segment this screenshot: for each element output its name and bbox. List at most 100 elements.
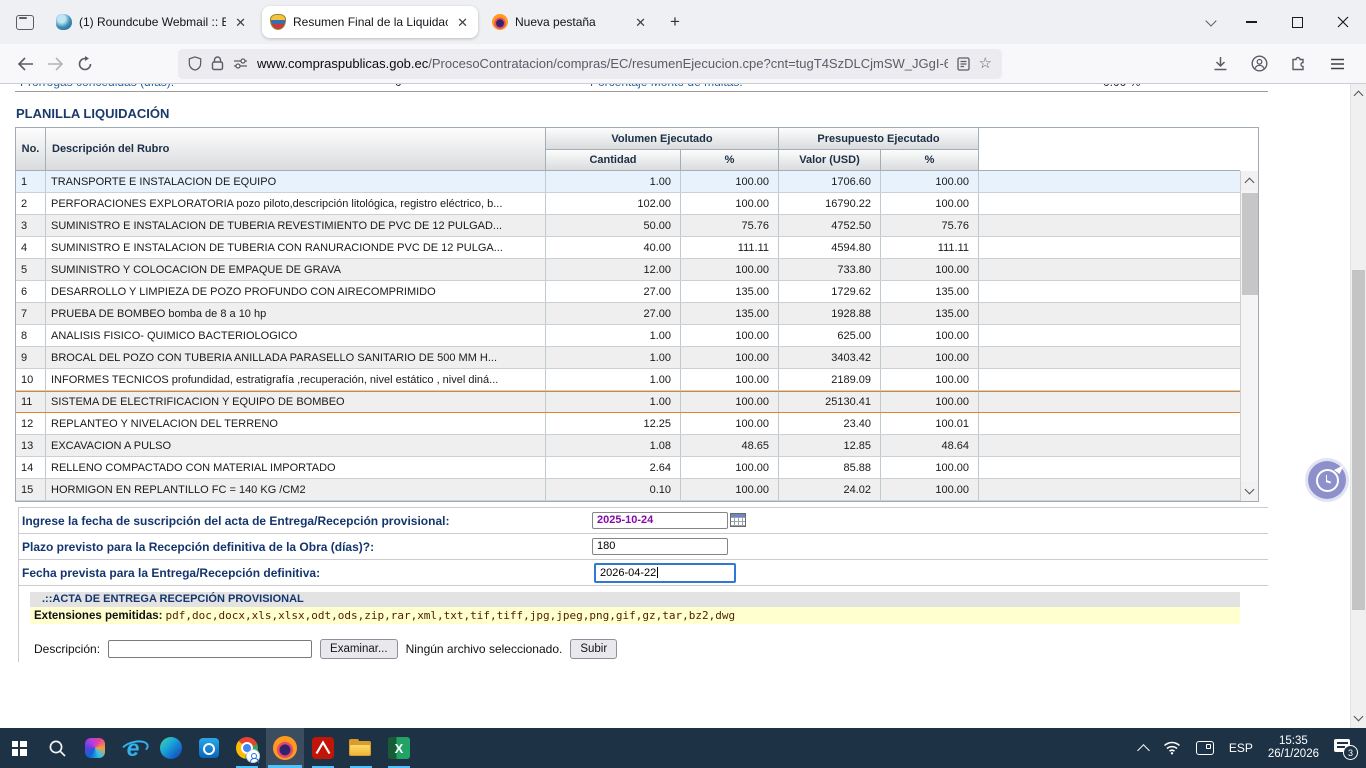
row-cantidad-cell: 50.00: [546, 215, 681, 236]
maximize-button[interactable]: [1274, 0, 1320, 44]
list-all-tabs-button[interactable]: [1194, 20, 1228, 25]
notifications-button[interactable]: 3: [1334, 739, 1354, 757]
prorrogas-label: Prorrogas concedidas (días):: [20, 84, 174, 89]
page-scroll-up-button[interactable]: [1351, 86, 1366, 102]
tab-roundcube-webmail[interactable]: (1) Roundcube Webmail :: Entra ✕: [48, 6, 256, 38]
close-window-button[interactable]: [1320, 0, 1366, 44]
row-number-cell: 12: [16, 413, 46, 434]
row-volumen-pct-cell: 100.00: [681, 171, 779, 192]
row-volumen-pct-cell: 100.00: [681, 347, 779, 368]
chevron-down-icon: [1245, 485, 1255, 495]
meet-now-icon[interactable]: [1196, 741, 1214, 755]
fecha-definitiva-input[interactable]: 2026-04-22: [594, 563, 736, 583]
taskbar-firefox-button[interactable]: [266, 728, 304, 768]
forward-button[interactable]: [40, 49, 70, 79]
row-presupuesto-pct-cell: 100.00: [881, 325, 979, 346]
col-header-volumen-ejecutado: Volumen Ejecutado: [546, 128, 779, 150]
tab-resumen-liquidacion[interactable]: Resumen Final de la Liquidación ✕: [262, 6, 478, 38]
row-valor-usd-cell: 85.88: [779, 457, 881, 478]
language-indicator[interactable]: ESP: [1229, 741, 1253, 755]
page-scrollbar[interactable]: [1350, 84, 1366, 728]
minimize-icon: [1246, 21, 1257, 22]
row-descripcion-cell: SUMINISTRO E INSTALACION DE TUBERIA CON …: [46, 237, 546, 258]
row-presupuesto-pct-cell: 100.00: [881, 347, 979, 368]
calendar-icon[interactable]: [730, 513, 746, 527]
wifi-icon[interactable]: [1163, 741, 1181, 755]
row-valor-usd-cell: 1729.62: [779, 281, 881, 302]
table-scroll-down-button[interactable]: [1241, 481, 1258, 501]
hidden-icons-chevron-icon[interactable]: [1137, 744, 1150, 757]
plazo-dias-input[interactable]: 180: [592, 538, 728, 555]
table-scrollbar[interactable]: [1240, 171, 1258, 501]
taskbar-internet-explorer-button[interactable]: e: [114, 728, 152, 768]
row-valor-usd-cell: 4594.80: [779, 237, 881, 258]
start-button[interactable]: [0, 728, 38, 768]
new-tab-button[interactable]: +: [660, 7, 690, 37]
taskbar: e X ESP 15:35: [0, 728, 1366, 768]
close-icon: [1337, 16, 1349, 28]
descripcion-input[interactable]: [108, 640, 312, 658]
row-descripcion-cell: REPLANTEO Y NIVELACION DEL TERRENO: [46, 413, 546, 434]
close-tab-icon[interactable]: ✕: [455, 16, 470, 29]
page-scrollbar-thumb[interactable]: [1352, 270, 1365, 610]
row-valor-usd-cell: 12.85: [779, 435, 881, 456]
fecha-provisional-input[interactable]: 2025-10-24: [592, 512, 728, 529]
table-row: 13 EXCAVACION A PULSO 1.08 48.65 12.85 4…: [16, 435, 1240, 457]
close-tab-icon[interactable]: ✕: [633, 16, 648, 29]
table-row: 10 INFORMES TECNICOS profundidad, estrat…: [16, 369, 1240, 391]
row-descripcion-cell: SUMINISTRO E INSTALACION DE TUBERIA REVE…: [46, 215, 546, 236]
taskbar-edge-button[interactable]: [152, 728, 190, 768]
row-cantidad-cell: 27.00: [546, 281, 681, 302]
page-scroll-down-button[interactable]: [1351, 710, 1366, 726]
table-row: 14 RELLENO COMPACTADO CON MATERIAL IMPOR…: [16, 457, 1240, 479]
taskbar-excel-button[interactable]: X: [380, 728, 418, 768]
taskbar-acrobat-button[interactable]: [304, 728, 342, 768]
taskbar-search-button[interactable]: [38, 728, 76, 768]
firefox-view-button[interactable]: [8, 7, 42, 37]
edge-icon: [160, 737, 182, 759]
row-cantidad-cell: 12.25: [546, 413, 681, 434]
back-button[interactable]: [10, 49, 40, 79]
taskbar-outlook-button[interactable]: [190, 728, 228, 768]
url-text[interactable]: www.compraspublicas.gob.ec/ProcesoContra…: [257, 56, 948, 71]
bookmark-star-icon[interactable]: ☆: [979, 56, 992, 71]
table-row: 8 ANALISIS FISICO- QUIMICO BACTERIOLOGIC…: [16, 325, 1240, 347]
taskbar-copilot-button[interactable]: [76, 728, 114, 768]
close-tab-icon[interactable]: ✕: [233, 16, 248, 29]
reload-button[interactable]: [70, 49, 100, 79]
header-filler: [979, 128, 1240, 171]
row-filler-cell: [979, 479, 1240, 500]
tab-nueva-pestana[interactable]: Nueva pestaña ✕: [484, 6, 656, 38]
row-cantidad-cell: 12.00: [546, 259, 681, 280]
reload-icon: [77, 56, 93, 72]
floating-clock-widget[interactable]: [1308, 461, 1346, 499]
examinar-button[interactable]: Examinar...: [320, 639, 398, 659]
row-valor-usd-cell: 23.40: [779, 413, 881, 434]
extensions-button[interactable]: [1283, 49, 1313, 79]
address-bar[interactable]: www.compraspublicas.gob.ec/ProcesoContra…: [178, 49, 1002, 79]
firefox-icon: [273, 736, 297, 760]
tab-title: (1) Roundcube Webmail :: Entra: [79, 15, 226, 29]
chevron-up-icon: [1245, 178, 1255, 188]
taskbar-file-explorer-button[interactable]: [342, 728, 380, 768]
table-scrollbar-thumb[interactable]: [1242, 193, 1258, 295]
downloads-button[interactable]: [1205, 49, 1235, 79]
taskbar-chrome-button[interactable]: [228, 728, 266, 768]
table-row: 3 SUMINISTRO E INSTALACION DE TUBERIA RE…: [16, 215, 1240, 237]
taskbar-clock[interactable]: 15:35 26/1/2026: [1268, 735, 1319, 762]
subir-button[interactable]: Subir: [570, 639, 617, 659]
row-volumen-pct-cell: 100.00: [681, 259, 779, 280]
reader-mode-icon[interactable]: [957, 57, 970, 71]
multas-label: Porcentaje Monto de multas:: [590, 84, 743, 89]
maximize-icon: [1292, 17, 1303, 28]
menu-button[interactable]: [1322, 49, 1352, 79]
form-row-fecha-definitiva: Fecha prevista para la Entrega/Recepción…: [18, 559, 1268, 585]
row-number-cell: 6: [16, 281, 46, 302]
table-row: 6 DESARROLLO Y LIMPIEZA DE POZO PROFUNDO…: [16, 281, 1240, 303]
table-scroll-up-button[interactable]: [1241, 171, 1258, 191]
minimize-button[interactable]: [1228, 0, 1274, 44]
row-descripcion-cell: HORMIGON EN REPLANTILLO FC = 140 KG /CM2: [46, 479, 546, 500]
row-number-cell: 3: [16, 215, 46, 236]
windows-logo-icon: [12, 741, 27, 756]
account-button[interactable]: [1244, 49, 1274, 79]
